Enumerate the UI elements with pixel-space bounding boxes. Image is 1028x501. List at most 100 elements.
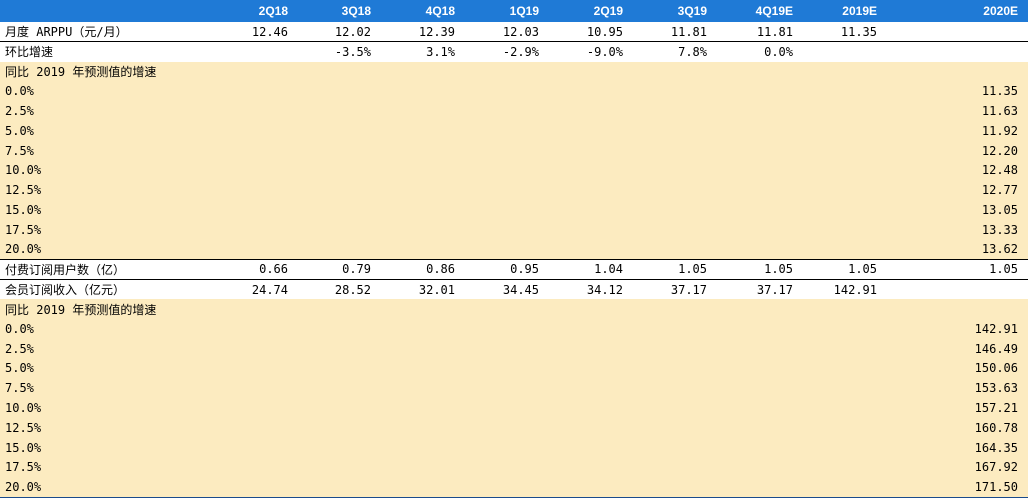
row-value-cell (549, 338, 633, 359)
row-value-cell: 1.05 (803, 259, 887, 280)
row-value-cell (717, 318, 803, 339)
row-label: 月度 ARPPU（元/月） (0, 22, 200, 43)
header-cell: 4Q18 (381, 0, 465, 22)
row-value-cell (298, 417, 381, 438)
row-value-cell (381, 239, 465, 261)
row-value-cell (717, 457, 803, 478)
row-value-cell (465, 140, 549, 161)
row-value-cell (298, 299, 381, 319)
row-value-cell: 13.62 (887, 239, 1028, 261)
row-value-cell (381, 61, 465, 82)
row-label: 5.0% (0, 120, 200, 141)
row-value-cell (381, 358, 465, 379)
row-value-cell (549, 101, 633, 121)
row-value-cell (549, 378, 633, 399)
table-row: 会员订阅收入（亿元） 24.74 28.52 32.01 34.45 34.12 37.17… (0, 279, 1028, 300)
row-value-cell: 0.79 (298, 259, 381, 280)
row-value-cell (549, 200, 633, 220)
table-row: 同比 2019 年预测值的增速 (0, 61, 1028, 82)
row-value-cell (549, 299, 633, 319)
row-value-cell (633, 120, 717, 141)
row-value-cell (803, 318, 887, 339)
row-value-cell (465, 61, 549, 82)
row-value-cell (200, 417, 298, 438)
row-label: 10.0% (0, 160, 200, 181)
row-value-cell (803, 457, 887, 478)
row-value-cell: 150.06 (887, 358, 1028, 379)
row-value-cell: 146.49 (887, 338, 1028, 359)
row-value-cell (465, 398, 549, 418)
row-value-cell: 167.92 (887, 457, 1028, 478)
row-value-cell (803, 338, 887, 359)
row-value-cell: 0.0% (717, 41, 803, 62)
table-row: 同比 2019 年预测值的增速 (0, 299, 1028, 319)
row-value-cell (803, 180, 887, 201)
row-value-cell (298, 378, 381, 399)
row-value-cell (803, 140, 887, 161)
table-row: 10.0% 12.48 (0, 160, 1028, 181)
row-value-cell (298, 101, 381, 121)
row-value-cell: 24.74 (200, 279, 298, 300)
row-value-cell (200, 120, 298, 141)
row-value-cell (633, 477, 717, 498)
row-value-cell (298, 61, 381, 82)
row-value-cell: 11.81 (633, 22, 717, 43)
row-value-cell: 12.77 (887, 180, 1028, 201)
row-value-cell (549, 239, 633, 261)
table-row: 0.0% 11.35 (0, 81, 1028, 102)
row-value-cell (465, 219, 549, 240)
row-value-cell (633, 299, 717, 319)
row-value-cell (465, 457, 549, 478)
row-label: 0.0% (0, 318, 200, 339)
row-value-cell (381, 160, 465, 181)
row-value-cell (803, 41, 887, 62)
row-value-cell (465, 120, 549, 141)
row-value-cell (381, 81, 465, 102)
row-value-cell (549, 477, 633, 498)
row-value-cell (200, 61, 298, 82)
row-value-cell (381, 140, 465, 161)
row-value-cell (200, 81, 298, 102)
row-value-cell (717, 378, 803, 399)
row-value-cell (633, 437, 717, 458)
row-value-cell (803, 239, 887, 261)
row-value-cell (633, 200, 717, 220)
row-value-cell (200, 358, 298, 379)
row-value-cell: 13.05 (887, 200, 1028, 220)
row-value-cell: 32.01 (381, 279, 465, 300)
row-label: 7.5% (0, 378, 200, 399)
row-value-cell (549, 417, 633, 438)
row-value-cell: 10.95 (549, 22, 633, 43)
row-value-cell: 1.05 (633, 259, 717, 280)
row-value-cell (803, 437, 887, 458)
row-value-cell (633, 160, 717, 181)
row-label: 12.5% (0, 180, 200, 201)
row-value-cell (633, 338, 717, 359)
row-value-cell (381, 299, 465, 319)
header-cell: 2Q18 (200, 0, 298, 22)
row-value-cell (465, 477, 549, 498)
table-row: 20.0% 13.62 (0, 239, 1028, 261)
row-value-cell: 160.78 (887, 417, 1028, 438)
row-value-cell: 157.21 (887, 398, 1028, 418)
row-value-cell (633, 318, 717, 339)
row-value-cell (298, 457, 381, 478)
row-value-cell (298, 338, 381, 359)
row-value-cell: 34.12 (549, 279, 633, 300)
row-value-cell (717, 81, 803, 102)
row-label: 会员订阅收入（亿元） (0, 279, 200, 300)
row-value-cell (465, 299, 549, 319)
row-value-cell (803, 378, 887, 399)
row-value-cell (803, 299, 887, 319)
row-value-cell (381, 437, 465, 458)
header-cell: 2Q19 (549, 0, 633, 22)
row-value-cell (717, 101, 803, 121)
row-label: 2.5% (0, 338, 200, 359)
row-label: 20.0% (0, 477, 200, 498)
row-value-cell (465, 101, 549, 121)
row-value-cell: 12.39 (381, 22, 465, 43)
header-cell: 3Q18 (298, 0, 381, 22)
row-value-cell (633, 61, 717, 82)
row-value-cell (633, 417, 717, 438)
row-value-cell: 11.35 (803, 22, 887, 43)
